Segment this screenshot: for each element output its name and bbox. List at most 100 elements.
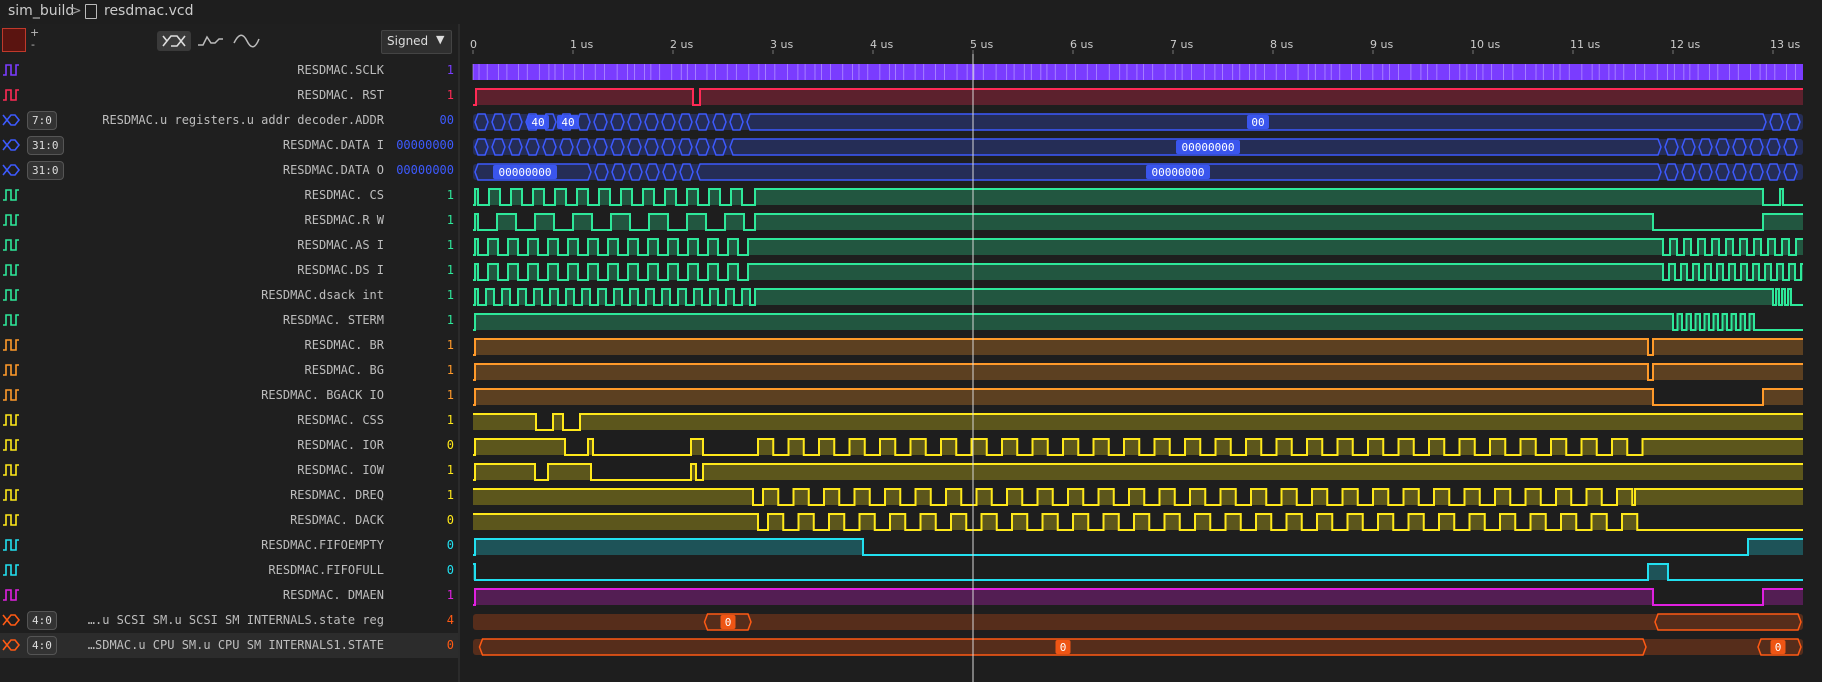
signal-value: 0 — [446, 638, 454, 652]
trace-8 — [473, 263, 1803, 281]
signal-value: 1 — [446, 363, 454, 377]
signal-name: RESDMAC. BG — [304, 363, 384, 377]
breadcrumb: sim_build > resdmac.vcd — [0, 0, 1822, 24]
signal-name: RESDMAC. IOW — [297, 463, 384, 477]
bus-value-label: 00000000 — [1152, 166, 1205, 179]
signal-row[interactable]: RESDMAC.DS I 1 — [0, 258, 458, 283]
signal-value: 1 — [446, 588, 454, 602]
signal-value: 1 — [446, 238, 454, 252]
signal-row[interactable]: RESDMAC. STERM 1 — [0, 308, 458, 333]
signal-row[interactable]: RESDMAC. BR 1 — [0, 333, 458, 358]
signal-row[interactable]: 4:0 …SDMAC.u CPU SM.u CPU SM INTERNALS1.S… — [0, 633, 458, 658]
bit-signal-icon — [3, 489, 19, 501]
bit-signal-icon — [3, 289, 19, 301]
bus-signal-icon — [2, 164, 20, 176]
file-icon — [85, 4, 97, 19]
signal-row[interactable]: 7:0 RESDMAC.u registers.u addr decoder.AD… — [0, 108, 458, 133]
tick-label: 0 — [470, 38, 477, 51]
signal-row[interactable]: RESDMAC. DMAEN 1 — [0, 583, 458, 608]
trace-4: 00000000 00000000 — [473, 163, 1803, 181]
signal-row[interactable]: RESDMAC. DACK 0 — [0, 508, 458, 533]
signal-name: RESDMAC. STERM — [282, 313, 384, 327]
trace-16 — [473, 463, 1803, 481]
signal-row[interactable]: 31:0 RESDMAC.DATA O 00000000 — [0, 158, 458, 183]
signal-row[interactable]: RESDMAC.SCLK 1 — [0, 58, 458, 83]
signal-value: 0 — [446, 563, 454, 577]
bit-signal-icon — [3, 64, 19, 76]
signal-row[interactable]: RESDMAC.R W 1 — [0, 208, 458, 233]
signal-value: 00000000 — [396, 163, 454, 177]
signal-row[interactable]: RESDMAC.AS I 1 — [0, 233, 458, 258]
signal-value: 1 — [446, 213, 454, 227]
signal-row[interactable]: RESDMAC.FIFOEMPTY 0 — [0, 533, 458, 558]
signal-row[interactable]: RESDMAC. RST 1 — [0, 83, 458, 108]
signal-row[interactable]: RESDMAC.dsack int 1 — [0, 283, 458, 308]
trace-19 — [473, 538, 1803, 556]
trace-2: 40 40 00 — [473, 113, 1803, 131]
trace-12 — [473, 363, 1803, 381]
bit-range-badge: 4:0 — [27, 636, 57, 655]
waveform-view[interactable]: 0 1 us 2 us 3 us 4 us 5 us 6 us 7 us 8 us 9 us 10 … — [460, 24, 1822, 682]
signal-value: 1 — [446, 463, 454, 477]
signal-row[interactable]: RESDMAC.FIFOFULL 0 — [0, 558, 458, 583]
tick-label: 10 us — [1470, 38, 1500, 51]
zoom-out-button[interactable]: - — [31, 38, 35, 51]
signal-row[interactable]: RESDMAC. BG 1 — [0, 358, 458, 383]
trace-5 — [473, 188, 1803, 206]
bit-signal-icon — [3, 189, 19, 201]
tick-label: 2 us — [670, 38, 693, 51]
tick-label: 12 us — [1670, 38, 1700, 51]
trace-9 — [473, 288, 1803, 306]
signal-value: 00 — [439, 113, 454, 127]
breadcrumb-file[interactable]: resdmac.vcd — [104, 3, 193, 19]
signal-row[interactable]: RESDMAC. DREQ 1 — [0, 483, 458, 508]
format-select[interactable]: Signed ▼ — [381, 30, 452, 54]
color-swatch-button[interactable] — [2, 28, 26, 52]
bit-signal-icon — [3, 89, 19, 101]
signal-row[interactable]: RESDMAC. CSS 1 — [0, 408, 458, 433]
signal-value: 1 — [446, 388, 454, 402]
tick-label: 13 us — [1770, 38, 1800, 51]
tick-label: 4 us — [870, 38, 893, 51]
signal-name: RESDMAC. CSS — [297, 413, 384, 427]
trace-3: 00000000 — [473, 138, 1803, 156]
trace-11 — [473, 338, 1803, 356]
bus-value-label: 00 — [1251, 116, 1264, 129]
step-view-button[interactable] — [193, 31, 227, 51]
signal-name: RESDMAC.dsack int — [261, 288, 384, 302]
signal-value: 1 — [446, 63, 454, 77]
bit-range-badge: 31:0 — [27, 136, 64, 155]
bus-format-icon — [162, 35, 186, 47]
signal-row[interactable]: RESDMAC. IOW 1 — [0, 458, 458, 483]
signal-value: 1 — [446, 338, 454, 352]
trace-0 — [472, 64, 1803, 80]
bit-signal-icon — [3, 364, 19, 376]
bus-view-button[interactable] — [157, 31, 191, 51]
bit-signal-icon — [3, 414, 19, 426]
trace-17 — [473, 488, 1803, 506]
bit-signal-icon — [3, 339, 19, 351]
signal-row[interactable]: 4:0 ….u SCSI SM.u SCSI SM INTERNALS.state… — [0, 608, 458, 633]
signal-value: 1 — [446, 313, 454, 327]
bit-signal-icon — [3, 314, 19, 326]
signal-row[interactable]: RESDMAC. IOR 0 — [0, 433, 458, 458]
signal-row[interactable]: RESDMAC. BGACK IO 1 — [0, 383, 458, 408]
tick-label: 5 us — [970, 38, 993, 51]
analog-view-button[interactable] — [229, 31, 263, 51]
signal-name: RESDMAC. DREQ — [290, 488, 384, 502]
signal-row[interactable]: 31:0 RESDMAC.DATA I 00000000 — [0, 133, 458, 158]
signal-name: RESDMAC.DATA I — [282, 138, 384, 152]
breadcrumb-folder[interactable]: sim_build — [8, 3, 74, 19]
signal-value: 0 — [446, 538, 454, 552]
trace-7 — [473, 238, 1803, 256]
bus-signal-icon — [2, 114, 20, 126]
signal-value: 0 — [446, 438, 454, 452]
signal-row[interactable]: RESDMAC. CS 1 — [0, 183, 458, 208]
trace-23: 00 — [473, 638, 1803, 656]
signal-name: RESDMAC. IOR — [297, 438, 384, 452]
bus-signal-icon — [2, 139, 20, 151]
signal-value: 1 — [446, 288, 454, 302]
signal-name: …SDMAC.u CPU SM.u CPU SM INTERNALS1.STAT… — [87, 638, 384, 652]
signal-name: RESDMAC.DATA O — [282, 163, 384, 177]
tick-label: 3 us — [770, 38, 793, 51]
